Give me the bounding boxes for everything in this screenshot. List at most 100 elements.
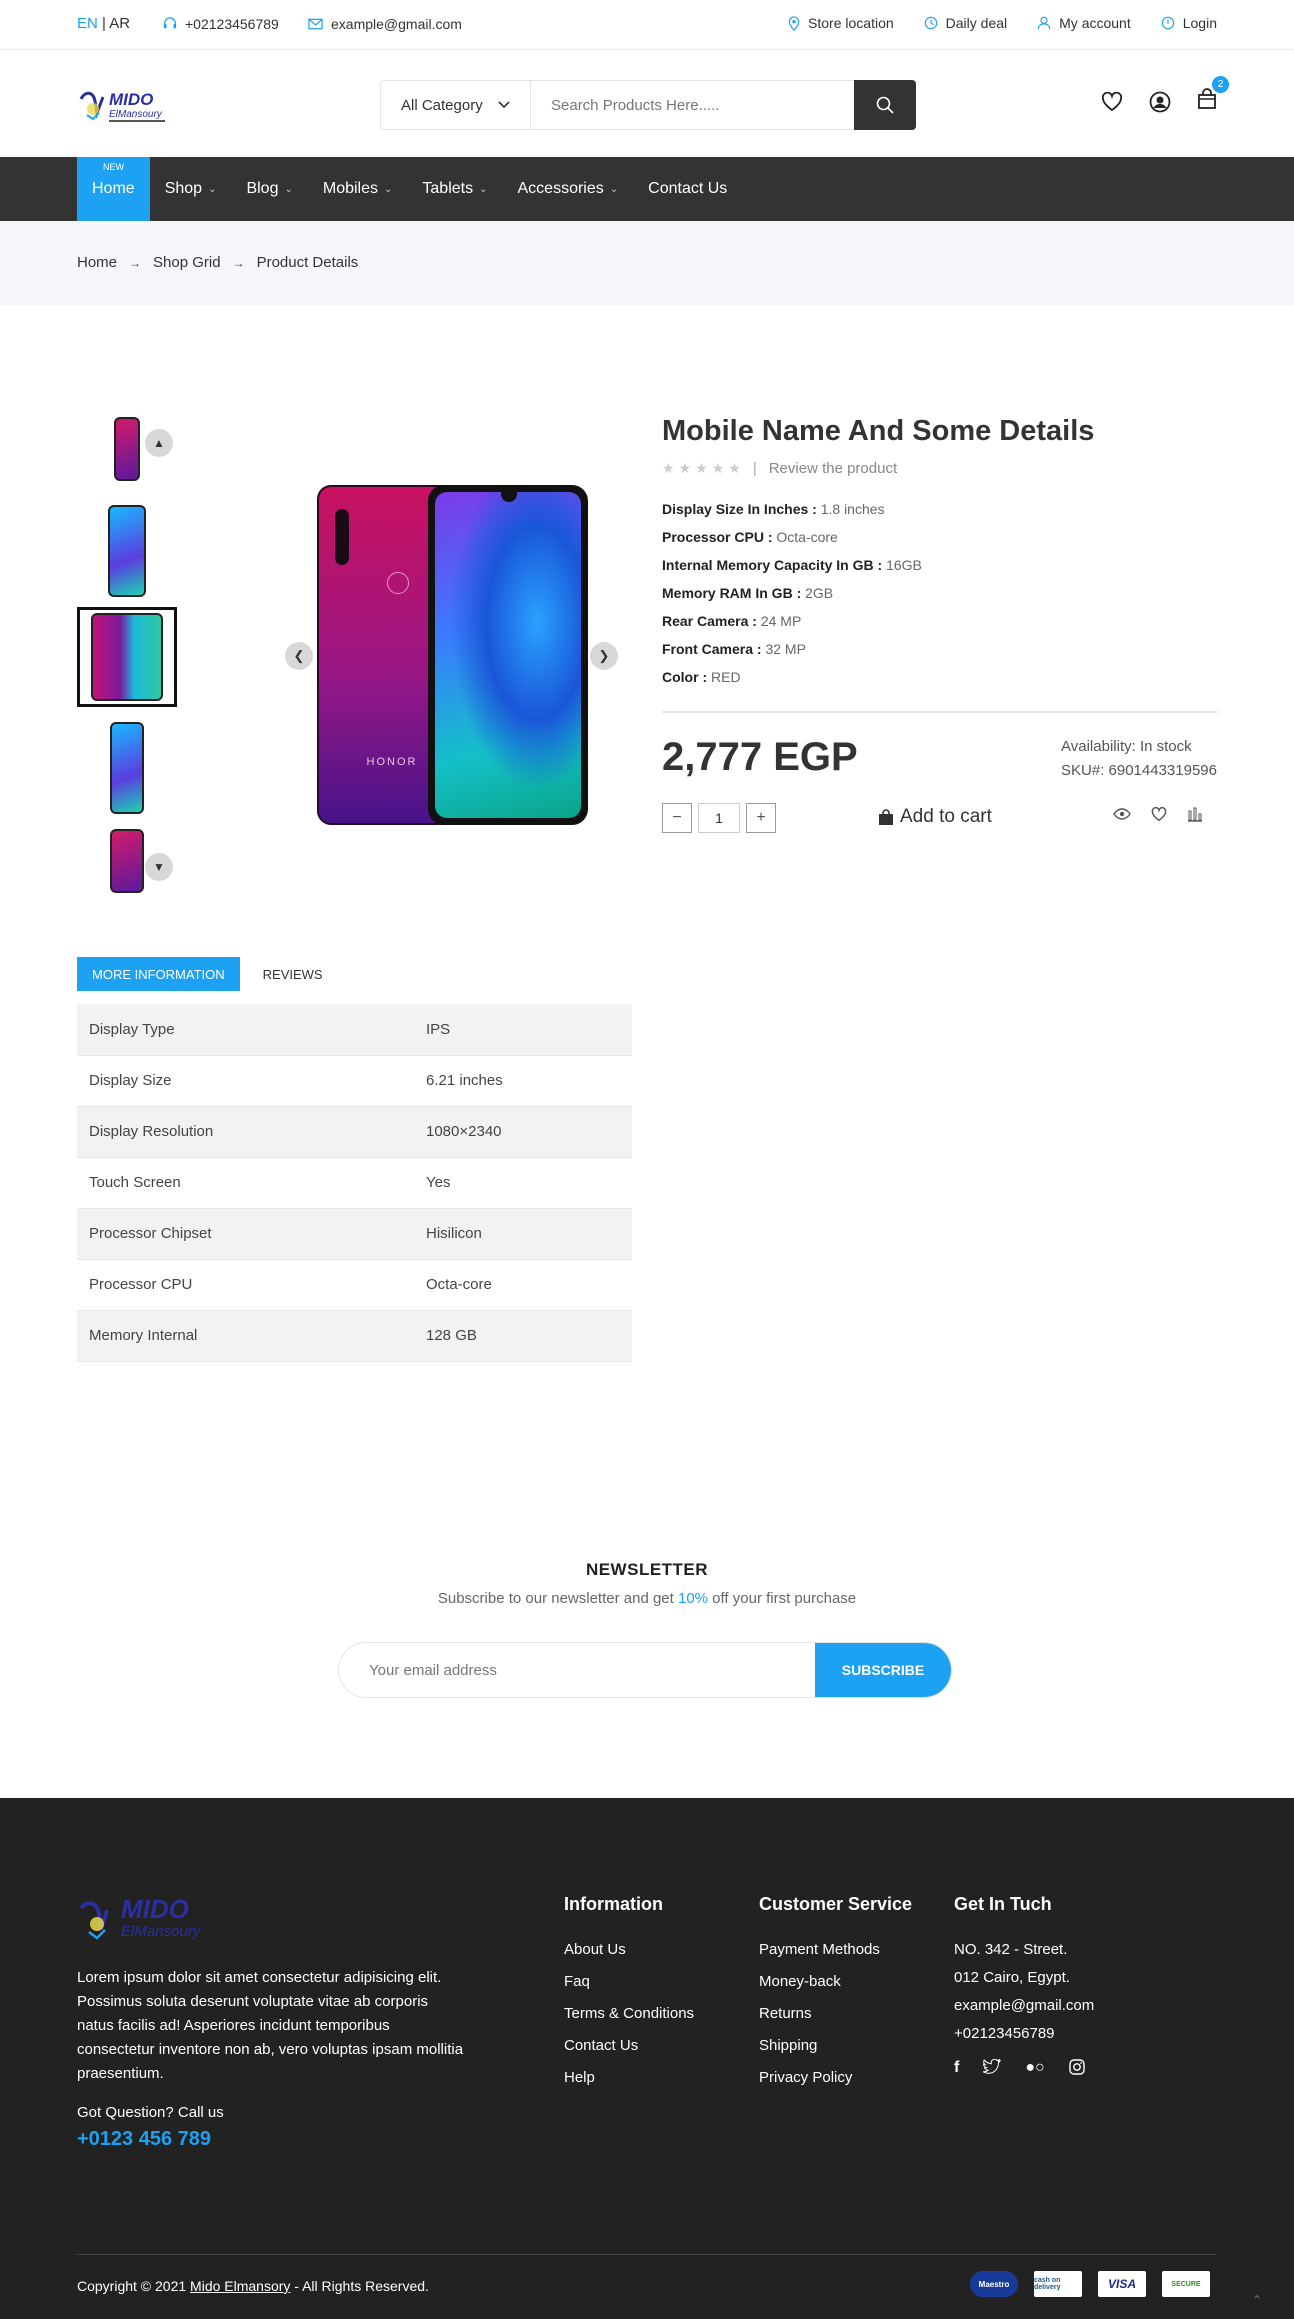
quantity-increase-button[interactable]: + [746,803,776,833]
spec-line: Memory RAM In GB : 2GB [662,579,1217,607]
spec-key: Internal Memory Capacity In GB : [662,557,883,573]
thumbnail-image [110,722,144,814]
category-select[interactable]: All Category [381,81,531,129]
site-logo[interactable]: MIDO ElMansoury [77,85,173,127]
chevron-right-icon: ❯ [598,648,610,663]
flickr-icon[interactable]: ●○ [1025,2059,1044,2077]
thumbnail[interactable] [77,501,177,601]
chevron-down-icon: ▼ [153,860,165,874]
product-price: 2,777 EGP [662,735,858,779]
daily-deal-link[interactable]: Daily deal [924,15,1007,31]
thumbnail-selected[interactable] [77,607,177,707]
spec-key: Rear Camera : [662,613,757,629]
store-location-link[interactable]: Store location [788,15,894,31]
search-button[interactable] [854,80,916,130]
top-phone[interactable]: +02123456789 [163,16,279,32]
user-icon [1037,16,1051,30]
twitter-icon[interactable] [983,2059,1002,2075]
quantity-decrease-button[interactable]: − [662,803,692,833]
lang-ar-link[interactable]: AR [109,15,130,32]
rating-divider: | [752,460,757,477]
wishlist-heart-icon[interactable] [1151,807,1167,822]
thumbnail-image [114,417,140,481]
search-input[interactable]: Search Products Here..... [531,81,855,129]
gallery-next-button[interactable]: ❯ [590,642,618,670]
thumbnail-down-button[interactable]: ▼ [145,853,173,881]
chevron-left-icon: ❮ [293,648,305,663]
review-product-link[interactable]: Review the product [769,460,897,477]
copyright-link[interactable]: Mido Elmansory [190,2278,290,2294]
nav-mobiles[interactable]: Mobiles ⌄ [308,157,408,221]
facebook-icon[interactable]: f [954,2059,959,2077]
nav-contact[interactable]: Contact Us [633,157,742,221]
table-cell-value: Yes [414,1157,632,1209]
newsletter-discount: 10% [677,1590,709,1607]
newsletter-email-input[interactable]: Your email address [339,1643,815,1697]
back-to-top-button[interactable]: ⌃ [1245,2288,1269,2312]
purchase-row: 2,777 EGP Availability: In stock SKU#: 6… [662,713,1217,833]
top-email-text: example@gmail.com [331,16,462,32]
language-switcher: EN | AR [77,15,130,32]
subscribe-button[interactable]: SUBSCRIBE [815,1643,951,1697]
footer-link-about[interactable]: About Us [564,1941,694,1973]
footer-link-help[interactable]: Help [564,2069,694,2101]
wishlist-heart-icon[interactable] [1101,91,1123,112]
phone-front-image [428,485,588,825]
quantity-input[interactable]: 1 [698,803,740,833]
more-information-table: Display Type IPS Display Size 6.21 inches … [77,1004,632,1362]
product-info: Mobile Name And Some Details ★ ★ ★ ★ ★ |… [662,415,1217,833]
thumbnail-image [110,829,144,893]
tab-more-information[interactable]: MORE INFORMATION [77,957,240,991]
table-row: Display Size 6.21 inches [77,1055,632,1107]
cart-button[interactable]: 2 [1197,76,1229,115]
table-cell-value: Hisilicon [414,1208,632,1260]
footer-link-payment[interactable]: Payment Methods [759,1941,912,1973]
top-email[interactable]: example@gmail.com [308,16,462,32]
lang-en-link[interactable]: EN [77,15,98,32]
nav-shop[interactable]: Shop ⌄ [150,157,232,221]
instagram-icon[interactable] [1068,2059,1085,2075]
footer-contact-email[interactable]: example@gmail.com [954,1997,1094,2025]
add-to-cart-label: Add to cart [900,806,992,827]
footer-link-privacy[interactable]: Privacy Policy [759,2069,912,2101]
quick-view-eye-icon[interactable] [1113,807,1131,821]
footer-link-contact[interactable]: Contact Us [564,2037,694,2069]
nav-blog-label: Blog [246,180,279,197]
thumbnail-up-button[interactable]: ▲ [145,429,173,457]
nav-tablets-label: Tablets [422,180,474,197]
newsletter-form: Your email address SUBSCRIBE [338,1642,952,1698]
shopping-bag-icon [879,808,893,825]
svg-text:MIDO: MIDO [109,90,153,109]
table-cell-value: 128 GB [414,1310,632,1362]
footer-link-returns[interactable]: Returns [759,2005,912,2037]
breadcrumb-home[interactable]: Home [77,254,117,271]
footer-link-terms[interactable]: Terms & Conditions [564,2005,694,2037]
footer-link-faq[interactable]: Faq [564,1973,694,2005]
shopping-bag-icon [1198,88,1216,109]
account-circle-icon[interactable] [1149,91,1171,113]
breadcrumb-shop-grid[interactable]: Shop Grid [153,254,221,271]
footer-link-shipping[interactable]: Shipping [759,2037,912,2069]
breadcrumb-bar: Home → Shop Grid → Product Details [0,221,1294,305]
table-row: Processor Chipset Hisilicon [77,1208,632,1260]
sku-text: SKU#: 6901443319596 [1061,762,1217,779]
spec-line: Front Camera : 32 MP [662,635,1217,663]
table-cell-key: Memory Internal [77,1310,414,1362]
compare-chart-icon[interactable] [1187,807,1203,822]
gallery-prev-button[interactable]: ❮ [285,642,313,670]
footer-phone[interactable]: +0123 456 789 [77,2128,211,2151]
nav-blog[interactable]: Blog ⌄ [231,157,307,221]
nav-accessories[interactable]: Accessories ⌄ [503,157,634,221]
site-footer: MIDO ElMansoury Lorem ipsum dolor sit am… [0,1798,1294,2319]
login-link[interactable]: Login [1161,15,1217,31]
spec-key: Memory RAM In GB : [662,585,802,601]
nav-tablets[interactable]: Tablets ⌄ [407,157,502,221]
footer-logo[interactable]: MIDO ElMansoury [77,1894,222,1946]
add-to-cart-button[interactable]: Add to cart [878,806,992,828]
footer-link-money-back[interactable]: Money-back [759,1973,912,2005]
my-account-link[interactable]: My account [1037,15,1131,31]
thumbnail[interactable] [77,718,177,818]
tab-reviews[interactable]: REVIEWS [248,957,338,991]
footer-contact-phone[interactable]: +02123456789 [954,2025,1094,2053]
table-cell-key: Display Type [77,1004,414,1056]
